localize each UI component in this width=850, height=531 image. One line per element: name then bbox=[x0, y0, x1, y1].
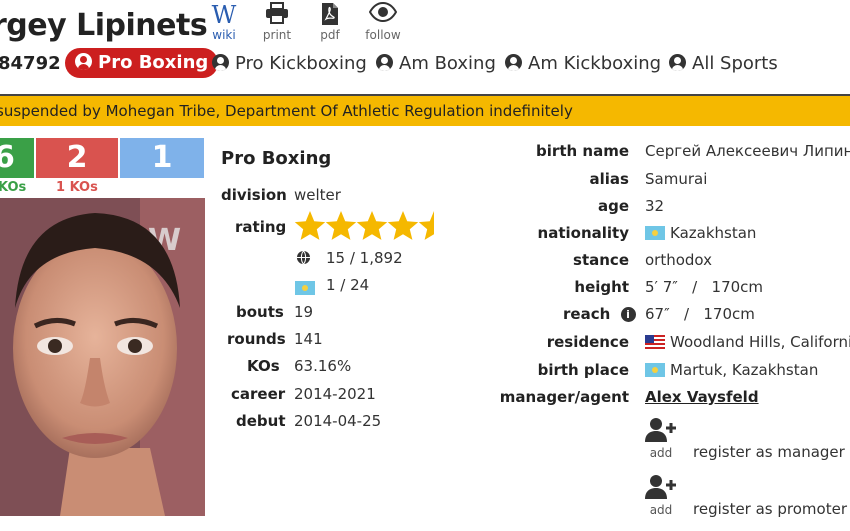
record-losses: 2 bbox=[36, 138, 118, 178]
debut-value: 2014-04-25 bbox=[294, 412, 382, 430]
wikipedia-icon: W bbox=[211, 1, 237, 29]
wins-kos: KOs bbox=[0, 180, 27, 195]
manager-link[interactable]: Alex Vaysfeld bbox=[645, 388, 759, 406]
add-manager-button[interactable]: add bbox=[644, 417, 678, 460]
division-value: welter bbox=[294, 186, 341, 204]
stance-value: orthodox bbox=[645, 251, 713, 269]
rating-star bbox=[387, 211, 419, 240]
user-icon bbox=[669, 54, 686, 71]
register-promoter-link[interactable]: register as promoter bbox=[693, 500, 847, 518]
reach-value: 67″ / 170cm bbox=[645, 305, 755, 323]
stance-label: stance bbox=[573, 251, 629, 269]
suspension-banner: suspended by Mohegan Tribe, Department O… bbox=[0, 94, 850, 126]
user-plus-icon bbox=[645, 418, 676, 442]
sport-tab-all-sports[interactable]: All Sports bbox=[669, 53, 778, 74]
height-value: 5′ 7″ / 170cm bbox=[645, 278, 764, 296]
bouts-value: 19 bbox=[294, 303, 314, 321]
rating-star bbox=[325, 211, 357, 240]
pdf-icon bbox=[310, 2, 350, 28]
height-label: height bbox=[574, 278, 629, 296]
manager-label: manager/agent bbox=[499, 388, 629, 406]
kos-value: 63.16% bbox=[294, 357, 352, 375]
birth-name-label: birth name bbox=[536, 142, 629, 160]
boxer-name: rgey Lipinets bbox=[0, 8, 208, 43]
user-icon bbox=[75, 53, 92, 70]
add-promoter-button[interactable]: add bbox=[644, 474, 678, 517]
kos-label: KOs bbox=[247, 357, 280, 375]
record-draws: 1 bbox=[120, 138, 204, 178]
sport-tab-am-boxing[interactable]: Am Boxing bbox=[376, 53, 496, 74]
age-label: age bbox=[597, 197, 629, 215]
world-rank[interactable]: 15 / 1,892 bbox=[326, 249, 403, 267]
rating-star bbox=[356, 211, 388, 240]
birth-place-label: birth place bbox=[537, 361, 629, 379]
birth-place-value: Martuk, Kazakhstan bbox=[645, 361, 818, 379]
rating-star bbox=[294, 211, 326, 240]
info-icon[interactable]: i bbox=[620, 307, 636, 322]
debut-label: debut bbox=[236, 412, 286, 430]
country-rank[interactable]: 1 / 24 bbox=[326, 276, 369, 294]
kazakhstan-flag-icon bbox=[295, 278, 320, 297]
rating-stars bbox=[294, 210, 436, 246]
kazakhstan-flag-icon bbox=[645, 363, 665, 377]
sport-tab-am-kickboxing[interactable]: Am Kickboxing bbox=[505, 53, 661, 74]
globe-icon bbox=[296, 250, 314, 268]
rating-label: rating bbox=[235, 218, 287, 236]
sport-tab-pro-boxing[interactable]: Pro Boxing bbox=[65, 48, 219, 78]
user-icon bbox=[212, 54, 229, 71]
wiki-link[interactable]: W wiki bbox=[204, 2, 244, 42]
residence-value: Woodland Hills, California bbox=[645, 333, 850, 351]
section-title-pro-boxing: Pro Boxing bbox=[221, 148, 332, 169]
usa-flag-icon bbox=[645, 335, 665, 349]
eye-icon bbox=[363, 1, 403, 28]
alias-label: alias bbox=[589, 170, 629, 188]
print-link[interactable]: print bbox=[257, 2, 297, 42]
printer-icon bbox=[257, 2, 297, 28]
user-icon bbox=[505, 54, 522, 71]
register-manager-link[interactable]: register as manager bbox=[693, 443, 845, 461]
nationality-value: Kazakhstan bbox=[645, 224, 756, 242]
rounds-label: rounds bbox=[227, 330, 286, 348]
kazakhstan-flag-icon bbox=[645, 226, 665, 240]
losses-kos: 1 KOs bbox=[56, 180, 98, 195]
follow-link[interactable]: follow bbox=[363, 1, 403, 42]
boxer-id: 84792 bbox=[0, 53, 61, 74]
alias-value: Samurai bbox=[645, 170, 708, 188]
rounds-value: 141 bbox=[294, 330, 323, 348]
boxer-photo: W bbox=[0, 198, 205, 516]
division-label: division bbox=[221, 186, 287, 204]
user-plus-icon bbox=[645, 475, 676, 499]
birth-name-value: Сергей Алексеевич Липинец bbox=[645, 142, 850, 160]
nationality-label: nationality bbox=[537, 224, 629, 242]
age-value: 32 bbox=[645, 197, 665, 215]
record-wins: 6 bbox=[0, 138, 34, 178]
pdf-link[interactable]: pdf bbox=[310, 2, 350, 42]
sport-tab-pro-kickboxing[interactable]: Pro Kickboxing bbox=[212, 53, 367, 74]
career-value: 2014-2021 bbox=[294, 385, 376, 403]
reach-label: reach i bbox=[563, 305, 636, 323]
bouts-label: bouts bbox=[236, 303, 284, 321]
career-label: career bbox=[231, 385, 286, 403]
user-icon bbox=[376, 54, 393, 71]
residence-label: residence bbox=[546, 333, 629, 351]
